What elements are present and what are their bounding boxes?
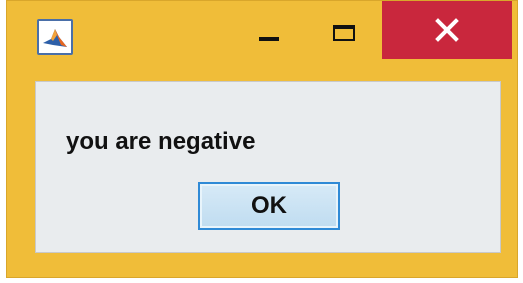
minimize-icon xyxy=(259,37,279,41)
dialog-content: you are negative OK xyxy=(35,81,501,253)
maximize-button[interactable] xyxy=(325,15,365,55)
dialog-message: you are negative xyxy=(66,128,256,155)
message-dialog-window: you are negative OK xyxy=(6,0,518,278)
close-button[interactable] xyxy=(382,1,512,59)
close-icon xyxy=(435,18,459,42)
matlab-icon xyxy=(37,19,73,55)
maximize-icon xyxy=(333,25,355,41)
title-bar[interactable] xyxy=(7,1,517,81)
ok-button[interactable]: OK xyxy=(198,182,340,230)
minimize-button[interactable] xyxy=(249,15,289,55)
